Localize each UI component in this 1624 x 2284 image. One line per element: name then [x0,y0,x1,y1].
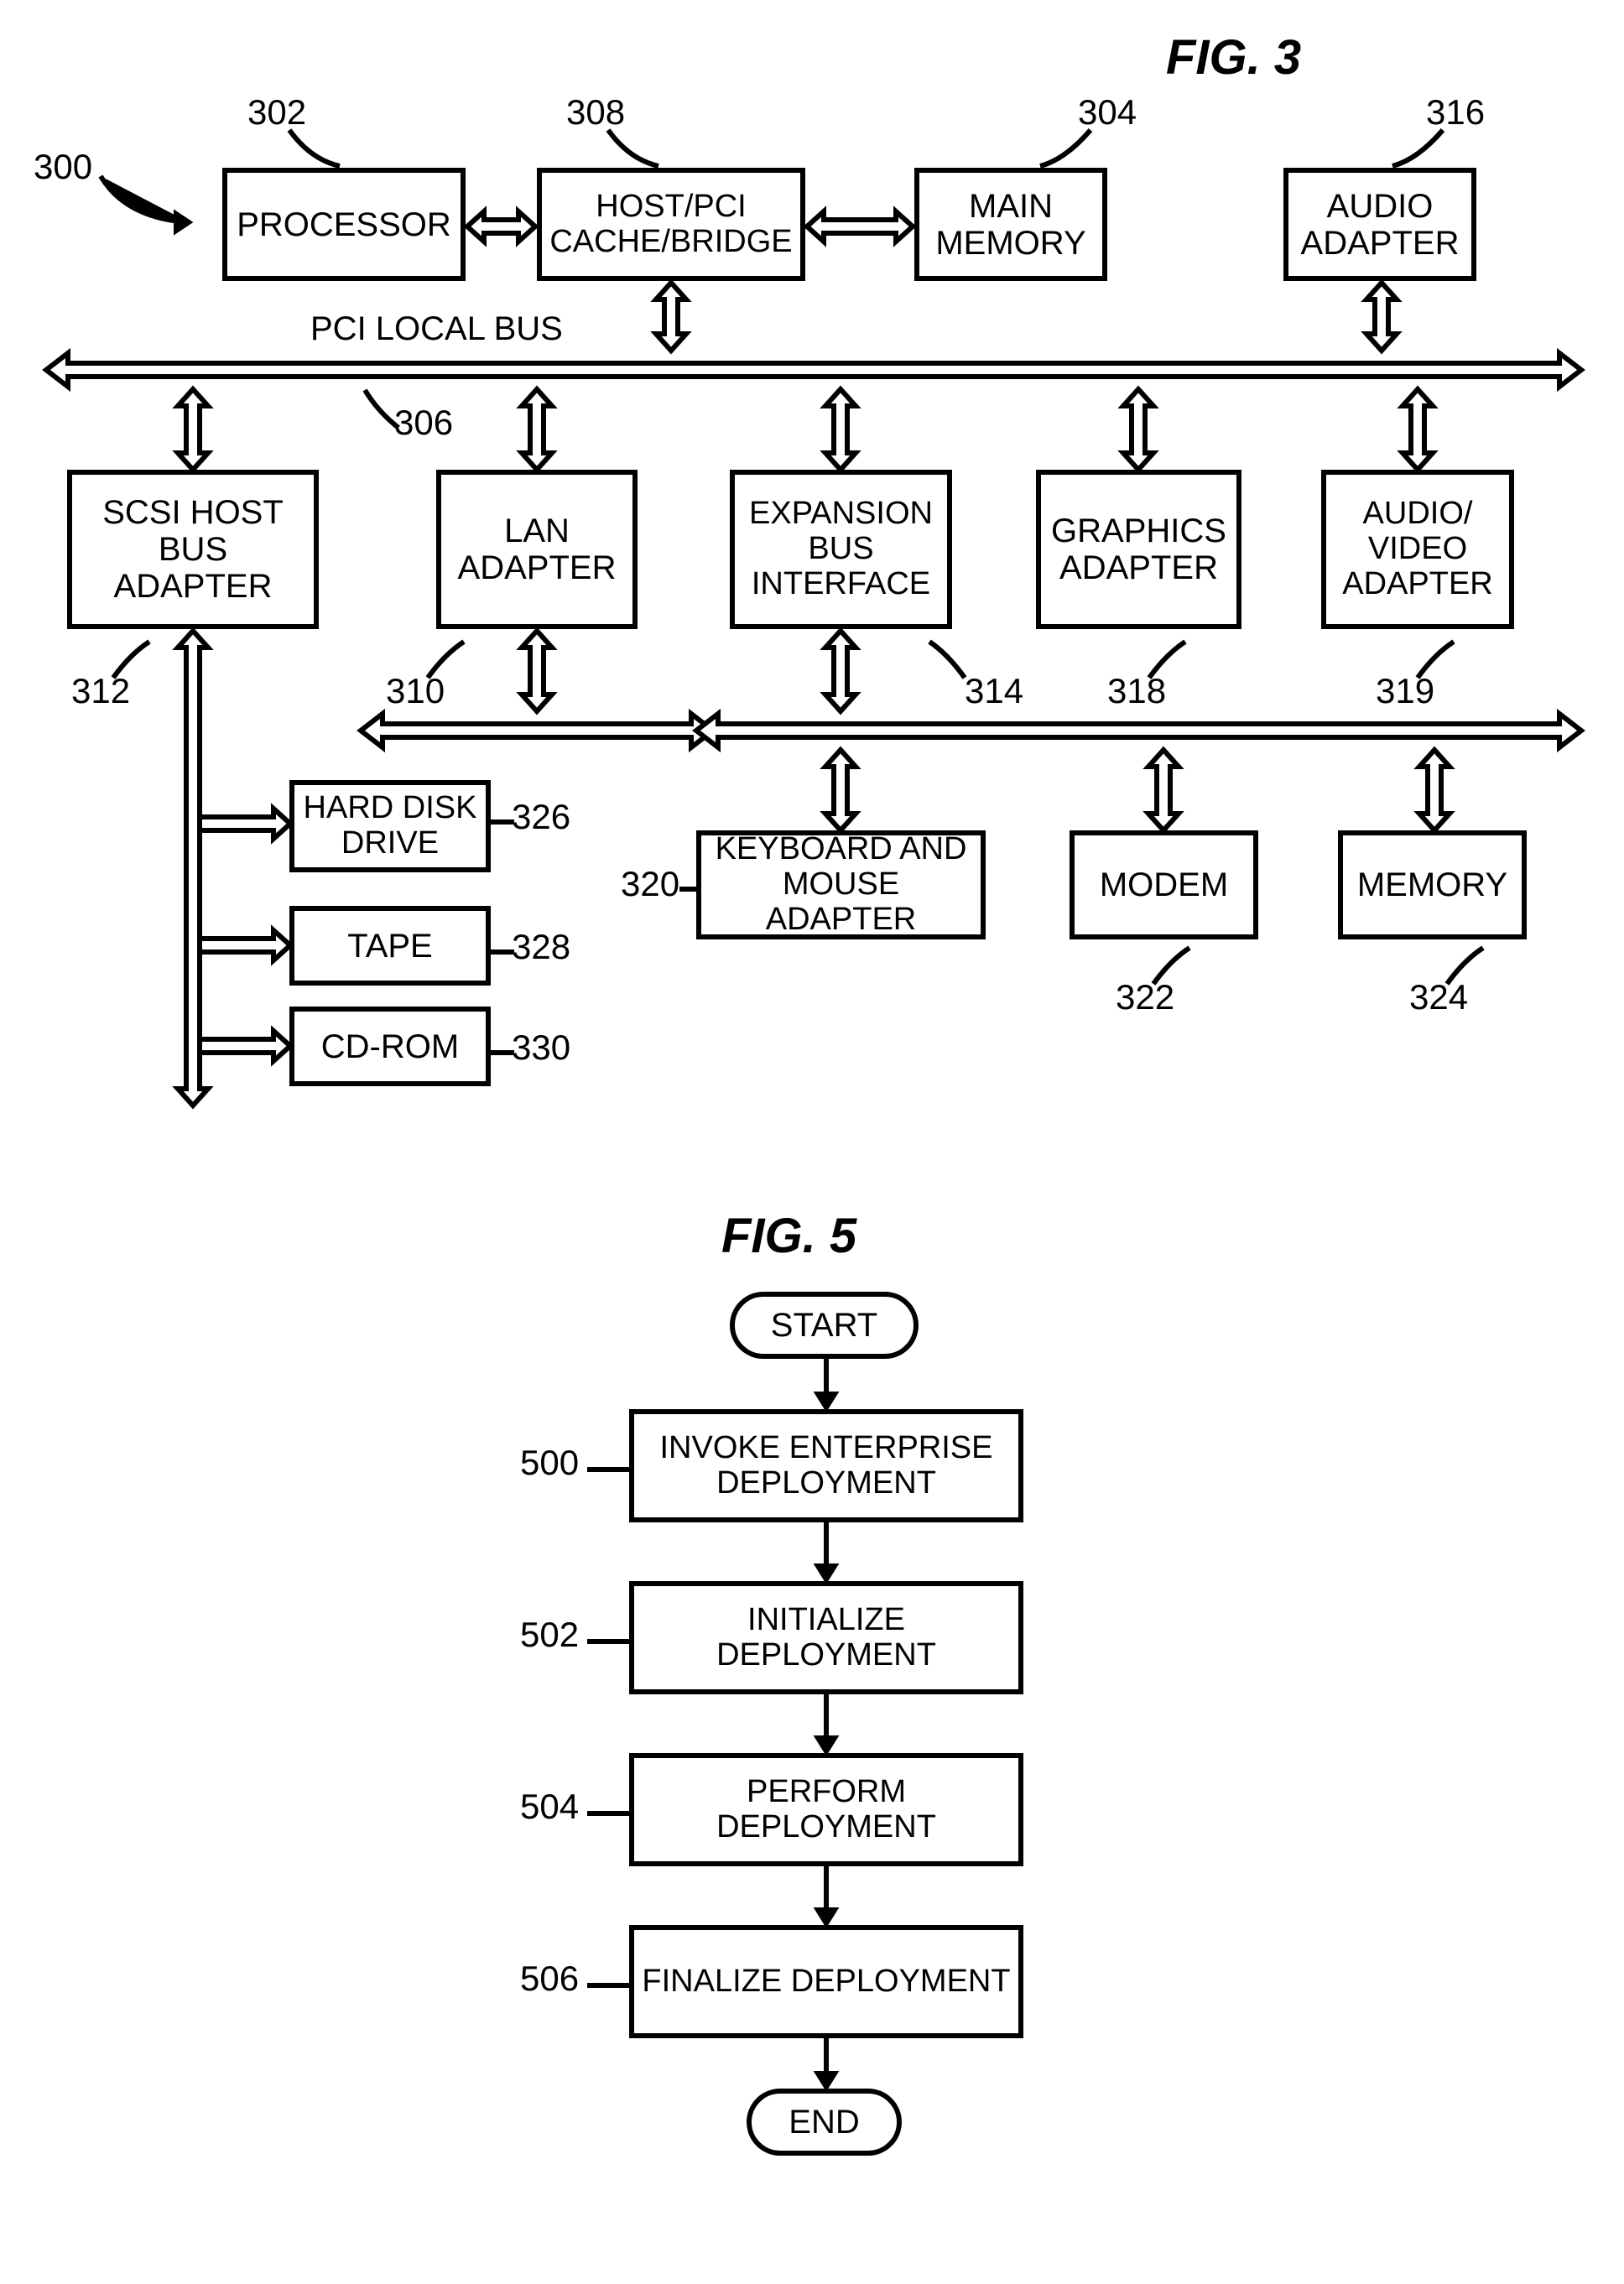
fig5-step0: INVOKE ENTERPRISE DEPLOYMENT [629,1409,1023,1522]
leader-322 [1149,944,1200,990]
leader-302 [285,126,352,172]
leader-304 [1032,126,1099,172]
arrow-start-s0 [818,1359,835,1409]
arrow-s1-s2 [818,1694,835,1753]
conn-host-bus [653,281,690,352]
fig3-system-leader [96,172,197,231]
leader-502 [587,1633,633,1650]
conn-sub-modem [1145,748,1182,832]
leader-306 [361,386,411,436]
fig5-start: START [730,1292,919,1359]
gfx-block: GRAPHICS ADAPTER [1036,470,1241,629]
leader-324 [1443,944,1493,990]
memory2-block: MEMORY [1338,830,1527,939]
conn-scsi-cdrom [200,1028,292,1064]
leader-320 [679,881,705,897]
leader-318 [1145,637,1195,684]
fig5-step3: FINALIZE DEPLOYMENT [629,1925,1023,2038]
leader-506 [587,1977,633,1994]
fig3-title: FIG. 3 [1166,29,1301,86]
pci-bus-label: PCI LOCAL BUS [310,310,563,348]
processor-block: PROCESSOR [222,168,466,281]
fig3-system-ref: 300 [34,147,92,187]
arrow-s3-end [818,2038,835,2089]
conn-proc-host [466,208,537,245]
conn-sub-kbm [822,748,859,832]
exp-sub-bus [696,711,1581,750]
leader-504 [587,1805,633,1822]
leader-312 [109,637,159,684]
host-block: HOST/PCI CACHE/BRIDGE [537,168,805,281]
leader-328 [491,944,520,960]
leader-330 [491,1044,520,1061]
lan-net-bus [361,711,713,750]
exp-block: EXPANSION BUS INTERFACE [730,470,952,629]
conn-bus-exp [822,388,859,471]
leader-316 [1384,126,1451,172]
conn-scsi-hdd [200,805,292,842]
tape-block: TAPE [289,906,491,986]
audio-adapter-block: AUDIO ADAPTER [1283,168,1476,281]
conn-bus-scsi [174,388,211,471]
ref-320: 320 [621,864,679,904]
kbm-block: KEYBOARD AND MOUSE ADAPTER [696,830,986,939]
conn-bus-lan [518,388,555,471]
av-block: AUDIO/ VIDEO ADAPTER [1321,470,1514,629]
ref-328: 328 [512,927,570,967]
ref-506: 506 [520,1959,579,1999]
ref-326: 326 [512,797,570,837]
fig5-title: FIG. 5 [721,1208,856,1264]
leader-319 [1413,637,1464,684]
arrow-s2-s3 [818,1866,835,1925]
conn-sub-mem2 [1416,748,1453,832]
ref-330: 330 [512,1028,570,1068]
conn-bus-gfx [1120,388,1157,471]
leader-326 [491,814,520,830]
conn-host-mem [805,208,914,245]
main-memory-block: MAIN MEMORY [914,168,1107,281]
cdrom-block: CD-ROM [289,1007,491,1086]
conn-exp-down [822,629,859,713]
scsi-block: SCSI HOST BUS ADAPTER [67,470,319,629]
modem-block: MODEM [1070,830,1258,939]
ref-500: 500 [520,1443,579,1483]
arrow-s0-s1 [818,1522,835,1581]
conn-lan-down [518,629,555,713]
fig5-end: END [747,2089,902,2156]
leader-310 [424,637,474,684]
leader-308 [604,126,671,172]
ref-502: 502 [520,1615,579,1655]
conn-bus-av [1399,388,1436,471]
ref-504: 504 [520,1787,579,1827]
lan-block: LAN ADAPTER [436,470,638,629]
conn-scsi-tape [200,927,292,964]
ref-314: 314 [965,671,1023,711]
hdd-block: HARD DISK DRIVE [289,780,491,872]
pci-bus [46,351,1581,389]
leader-314 [923,637,973,684]
leader-500 [587,1461,633,1478]
fig5-step1: INITIALIZE DEPLOYMENT [629,1581,1023,1694]
conn-audio-bus [1363,281,1400,352]
fig5-step2: PERFORM DEPLOYMENT [629,1753,1023,1866]
